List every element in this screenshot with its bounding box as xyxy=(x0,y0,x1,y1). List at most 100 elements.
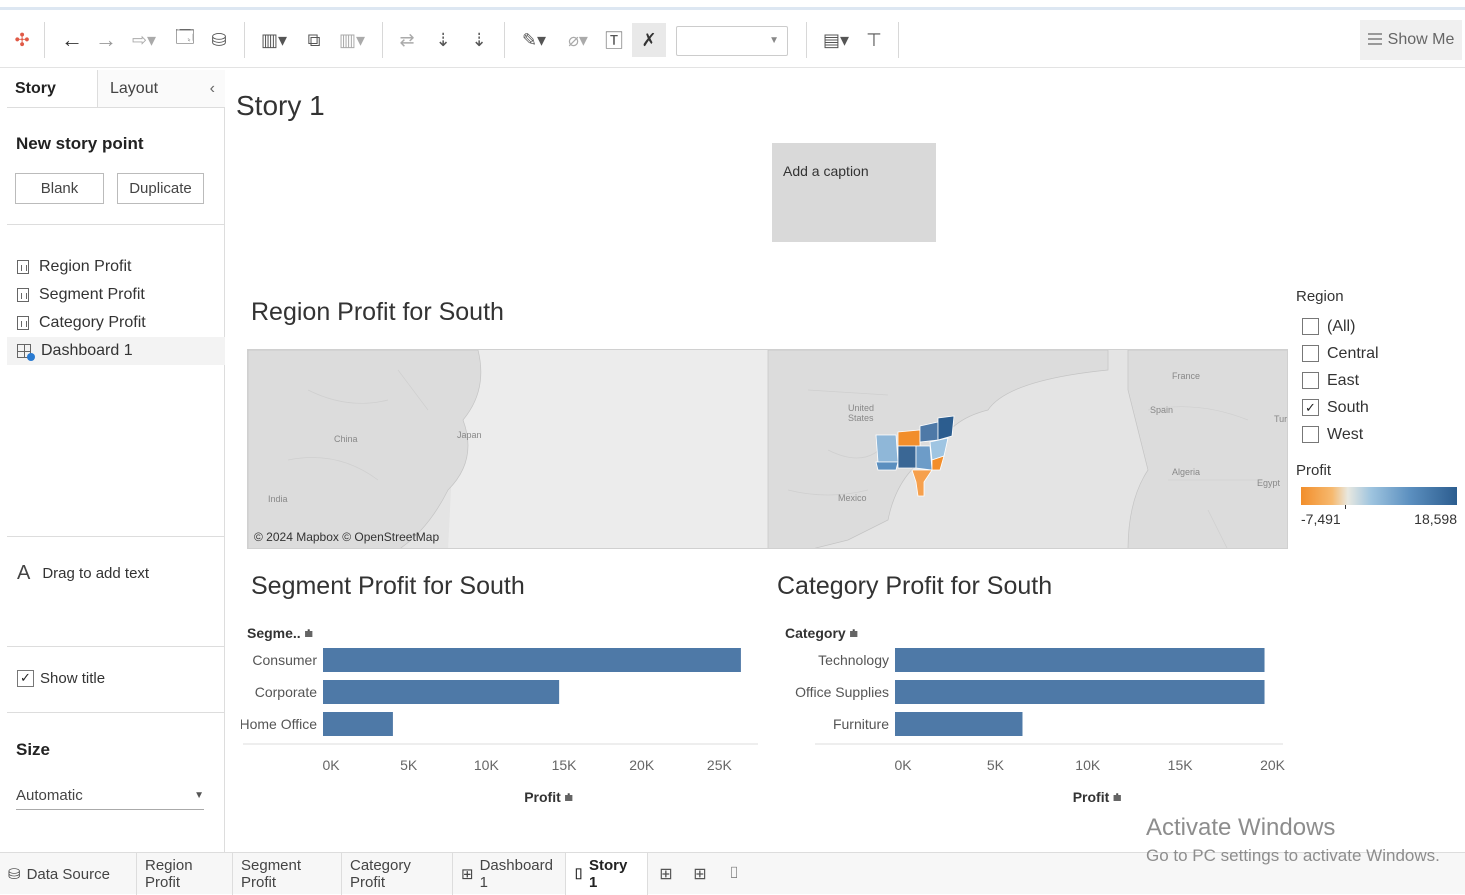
filter-label: West xyxy=(1327,425,1364,443)
duplicate-icon[interactable]: ⧉ xyxy=(302,26,326,54)
story-canvas: Story 1 Add a caption Region Profit for … xyxy=(226,70,1465,852)
show-me-label: Show Me xyxy=(1387,31,1455,48)
sheet-item-region-profit[interactable]: Region Profit xyxy=(7,253,225,281)
filter-checkbox[interactable]: ✓ xyxy=(1302,399,1319,416)
region-filter-central[interactable]: Central xyxy=(1296,340,1461,367)
tab-label: Dashboard 1 xyxy=(479,857,553,891)
forward-icon[interactable]: → xyxy=(94,26,118,54)
profit-legend-title: Profit xyxy=(1296,462,1332,479)
category-header: Category ⩧ xyxy=(785,625,858,641)
toolbar-divider xyxy=(44,22,45,58)
paperclip-icon[interactable]: ⌀▾ xyxy=(560,26,596,54)
size-dropdown[interactable]: Automatic ▼ xyxy=(16,782,204,810)
tab-region-profit[interactable]: Region Profit xyxy=(137,853,233,895)
worksheet-icon xyxy=(17,260,29,274)
category-profit-chart[interactable]: Category ⩧ Technology Office Supplies Furni… xyxy=(779,624,1291,820)
profit-max-label: 18,598 xyxy=(1414,511,1457,527)
duplicate-button[interactable]: Duplicate xyxy=(117,173,204,204)
segment-profit-chart[interactable]: Segme.. ⩧ Consumer Corporate Home Office 0K 5… xyxy=(239,624,766,820)
sheet-item-segment-profit[interactable]: Segment Profit xyxy=(7,281,225,309)
story-title[interactable]: Story 1 xyxy=(236,90,325,122)
dashboard-tab-icon: ⊞ xyxy=(461,866,474,883)
x-axis-title: Profit ⩧ xyxy=(524,789,573,805)
new-worksheet-icon[interactable]: ▥▾ xyxy=(256,26,292,54)
filter-checkbox[interactable] xyxy=(1302,372,1319,389)
bar[interactable] xyxy=(323,680,560,704)
show-me-icon xyxy=(1367,33,1382,47)
fit-icon[interactable]: ▤▾ xyxy=(818,26,854,54)
region-filter-south[interactable]: ✓ South xyxy=(1296,394,1461,421)
tab-layout[interactable]: Layout ‹ xyxy=(97,70,225,108)
blank-button[interactable]: Blank xyxy=(15,173,104,204)
tick-label: 15K xyxy=(1168,757,1194,773)
tab-segment-profit[interactable]: Segment Profit xyxy=(233,853,342,895)
highlight-icon[interactable]: ✎▾ xyxy=(516,26,552,54)
bar[interactable] xyxy=(895,712,1023,736)
map-label-china: China xyxy=(334,434,358,444)
show-title-checkbox[interactable]: ✓ xyxy=(17,669,34,687)
panel-tabs: Story Layout ‹ xyxy=(7,70,225,108)
map-label-turkey: Turl xyxy=(1274,414,1288,424)
map-label-spain: Spain xyxy=(1150,405,1174,415)
new-datasource-icon[interactable]: ⛁ xyxy=(208,26,230,54)
tab-layout-label: Layout xyxy=(110,79,159,97)
bar[interactable] xyxy=(895,680,1265,704)
new-worksheet-tab-icon[interactable]: ⊞ xyxy=(652,861,680,887)
sort-desc-icon[interactable]: ⇣ xyxy=(466,26,492,54)
bar[interactable] xyxy=(323,648,741,672)
tick-label: 10K xyxy=(1075,757,1101,773)
toolbar-divider xyxy=(504,22,505,58)
region-filter-east[interactable]: East xyxy=(1296,367,1461,394)
tick-label: 20K xyxy=(629,757,655,773)
activate-windows-watermark: Activate Windows Go to PC settings to ac… xyxy=(1146,814,1440,866)
segment-profit-title: Segment Profit for South xyxy=(251,572,525,600)
tick-label: 0K xyxy=(894,757,912,773)
tableau-logo-icon[interactable]: ✣ xyxy=(10,26,34,54)
story-tab-icon: ⌷ xyxy=(574,865,584,883)
sheet-item-category-profit[interactable]: Category Profit xyxy=(7,309,225,337)
redo-icon[interactable]: ⇨▾ xyxy=(128,26,160,54)
pin-clear-icon[interactable]: ✗ xyxy=(632,23,666,57)
new-dashboard-tab-icon[interactable]: ⊞ xyxy=(686,861,714,887)
watermark-line-2: Go to PC settings to activate Windows. xyxy=(1146,846,1440,865)
tab-story-1[interactable]: ⌷ Story 1 xyxy=(566,853,648,895)
save-icon[interactable]: 🗔 xyxy=(174,26,196,54)
tick-label: 20K xyxy=(1260,757,1286,773)
filter-checkbox[interactable] xyxy=(1302,426,1319,443)
filter-checkbox[interactable] xyxy=(1302,345,1319,362)
tab-story[interactable]: Story xyxy=(15,70,56,108)
region-filter-west[interactable]: West xyxy=(1296,421,1461,448)
tab-data-source[interactable]: ⛁ Data Source xyxy=(0,853,137,895)
watermark-line-1: Activate Windows xyxy=(1146,814,1336,841)
filter-checkbox[interactable] xyxy=(1302,318,1319,335)
tab-dashboard-1[interactable]: ⊞ Dashboard 1 xyxy=(453,853,566,895)
region-filter-all[interactable]: (All) xyxy=(1296,313,1461,340)
show-me-button[interactable]: Show Me xyxy=(1360,20,1462,60)
collapse-panel-icon[interactable]: ‹ xyxy=(210,80,215,98)
sheet-item-dashboard-1[interactable]: Dashboard 1 xyxy=(7,337,225,365)
show-title-toggle[interactable]: ✓ Show title xyxy=(7,664,225,692)
sheet-item-label: Category Profit xyxy=(39,314,146,331)
bar[interactable] xyxy=(895,648,1265,672)
drag-to-add-text[interactable]: A Drag to add text xyxy=(7,559,225,587)
region-map[interactable]: China Japan India United States Mexico F… xyxy=(247,349,1288,549)
text-label-icon[interactable]: 🅃 xyxy=(602,26,626,54)
profit-range-labels: -7,491 18,598 xyxy=(1296,511,1457,527)
sort-asc-icon[interactable]: ⇣ xyxy=(430,26,456,54)
toolbar-divider xyxy=(806,22,807,58)
tick-label: 10K xyxy=(474,757,500,773)
presentation-icon[interactable]: ⊤ xyxy=(862,26,886,54)
clear-icon[interactable]: ▥▾ xyxy=(334,26,370,54)
tab-category-profit[interactable]: Category Profit xyxy=(342,853,453,895)
back-icon[interactable]: ← xyxy=(60,26,84,54)
fit-dropdown[interactable]: ▼ xyxy=(676,26,788,56)
size-heading: Size xyxy=(16,740,51,759)
map-label-france: France xyxy=(1172,371,1201,381)
filter-label: (All) xyxy=(1327,317,1356,335)
new-story-tab-icon[interactable]: ⌷ xyxy=(720,861,748,887)
profit-min-label: -7,491 xyxy=(1301,511,1341,527)
map-label-india: India xyxy=(268,494,288,504)
swap-icon[interactable]: ⇄ xyxy=(394,26,420,54)
bar[interactable] xyxy=(323,712,393,736)
story-point-caption[interactable]: Add a caption xyxy=(772,143,936,242)
